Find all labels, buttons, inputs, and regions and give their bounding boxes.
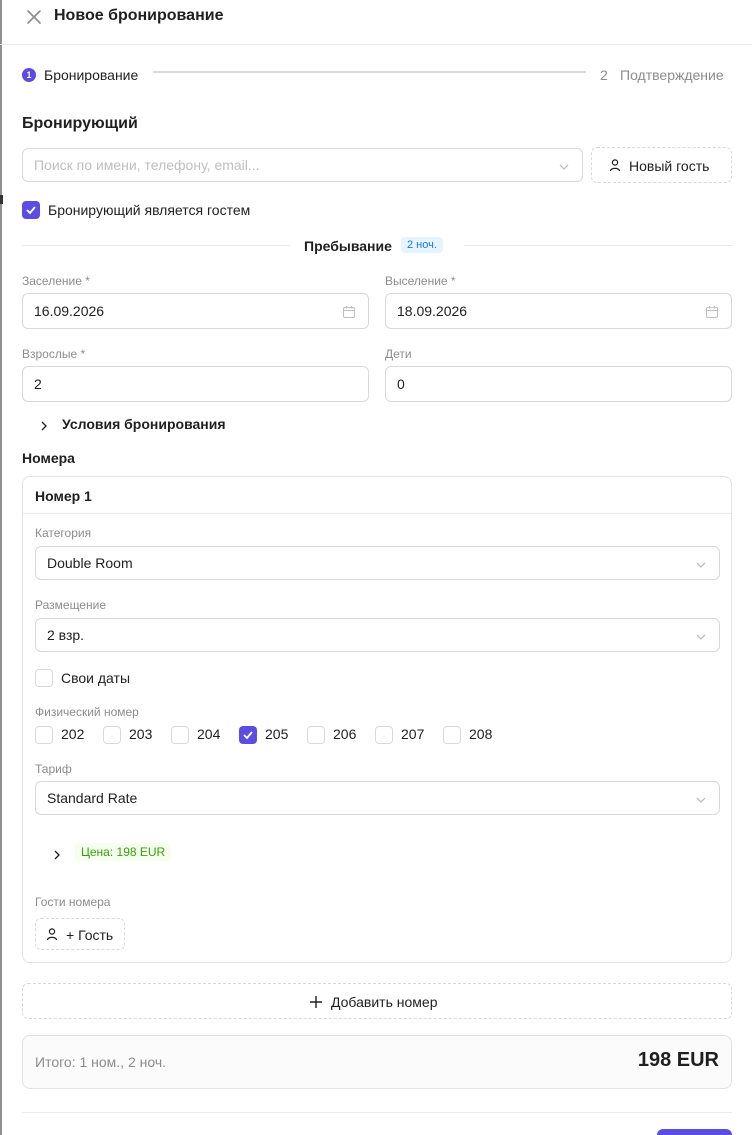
step1-label: Бронирование: [44, 67, 139, 83]
physical-room-number: 204: [197, 726, 221, 742]
user-icon: [608, 158, 622, 175]
check-icon: [26, 206, 36, 215]
step1-number: 1: [22, 68, 36, 82]
physical-room-checkbox[interactable]: [103, 726, 121, 744]
chevron-down-icon: [558, 160, 570, 172]
physical-room-option[interactable]: 207: [375, 725, 437, 745]
physical-room-number: 202: [61, 726, 85, 742]
check-icon: [243, 731, 253, 740]
physical-room-option[interactable]: 203: [103, 725, 165, 745]
checkout-value: 18.09.2026: [397, 303, 468, 319]
chevron-right-icon: [38, 419, 50, 431]
physical-room-number: 205: [265, 726, 289, 742]
category-value: Double Room: [47, 555, 133, 571]
tariff-select[interactable]: Standard Rate: [35, 781, 720, 815]
steps-progress: 1 Бронирование 2 Подтверждение: [22, 66, 732, 86]
stay-divider-right: [464, 245, 732, 246]
add-room-guest-label: + Гость: [66, 927, 114, 943]
physical-room-option[interactable]: 204: [171, 725, 233, 745]
rooms-title: Номера: [22, 450, 75, 466]
adults-input[interactable]: 2: [22, 366, 369, 402]
footer-divider: [22, 1112, 732, 1113]
drawer-title: Новое бронирование: [54, 7, 224, 24]
nights-badge: 2 ноч.: [401, 237, 443, 253]
calendar-icon: [705, 305, 719, 319]
window-edge: [0, 0, 2, 1135]
stay-divider-left: [22, 245, 290, 246]
physical-room-checkbox[interactable]: [307, 726, 325, 744]
children-label: Дети: [385, 347, 412, 361]
step2-number: 2: [600, 67, 608, 83]
room-card-title: Номер 1: [35, 488, 92, 504]
price-details-toggle[interactable]: Цена: 198 EUR: [49, 841, 189, 865]
children-input[interactable]: 0: [385, 366, 732, 402]
chevron-down-icon: [695, 793, 707, 805]
step2-label: Подтверждение: [620, 67, 724, 83]
totals-panel: Итого: 1 ном., 2 ноч. 198 EUR: [22, 1035, 732, 1089]
booker-title: Бронирующий: [22, 115, 138, 132]
user-icon: [45, 927, 59, 944]
checkin-date-input[interactable]: 16.09.2026: [22, 293, 369, 329]
price-badge: Цена: 198 EUR: [75, 843, 172, 861]
physical-room-option[interactable]: 202: [35, 725, 97, 745]
room-card-header: Номер 1: [23, 477, 731, 514]
chevron-down-icon: [695, 630, 707, 642]
physical-room-number: 206: [333, 726, 357, 742]
add-room-button[interactable]: Добавить номер: [22, 983, 732, 1019]
step-connector: [153, 71, 586, 73]
checkout-date-input[interactable]: 18.09.2026: [385, 293, 732, 329]
guest-search-placeholder: Поиск по имени, телефону, email...: [34, 157, 260, 173]
plus-icon: [309, 995, 323, 1012]
booker-is-guest-label: Бронирующий является гостем: [48, 202, 251, 218]
adults-label: Взрослые *: [22, 347, 86, 361]
category-select[interactable]: Double Room: [35, 546, 720, 580]
checkin-value: 16.09.2026: [34, 303, 105, 319]
room-guests-label: Гости номера: [35, 895, 111, 909]
children-value: 0: [397, 376, 405, 392]
physical-room-checkbox[interactable]: [35, 726, 53, 744]
own-dates-label: Свои даты: [61, 670, 131, 686]
chevron-down-icon: [695, 558, 707, 570]
booking-conditions-label: Условия бронирования: [62, 416, 226, 432]
physical-room-checkbox[interactable]: [443, 726, 461, 744]
guest-search-select[interactable]: Поиск по имени, телефону, email...: [22, 148, 583, 182]
new-guest-label: Новый гость: [629, 158, 710, 174]
checkin-label: Заселение *: [22, 274, 90, 288]
physical-room-option[interactable]: 206: [307, 725, 369, 745]
own-dates-checkbox[interactable]: [35, 669, 53, 687]
placement-value: 2 взр.: [47, 627, 85, 643]
physical-room-checkbox[interactable]: [375, 726, 393, 744]
booking-conditions-toggle[interactable]: Условия бронирования: [36, 414, 236, 436]
new-guest-button[interactable]: Новый гость: [591, 147, 732, 183]
physical-room-label: Физический номер: [35, 705, 139, 719]
add-room-guest-button[interactable]: + Гость: [35, 918, 125, 950]
placement-select[interactable]: 2 взр.: [35, 618, 720, 652]
physical-room-number: 207: [401, 726, 425, 742]
close-icon[interactable]: [25, 8, 43, 26]
category-label: Категория: [35, 526, 92, 540]
checkout-label: Выселение *: [385, 274, 456, 288]
add-room-label: Добавить номер: [331, 994, 438, 1010]
physical-room-option[interactable]: 205: [239, 725, 301, 745]
physical-room-number: 203: [129, 726, 153, 742]
physical-room-checkbox[interactable]: [239, 726, 257, 744]
physical-room-number: 208: [469, 726, 493, 742]
booker-is-guest-checkbox[interactable]: [22, 201, 40, 219]
calendar-icon: [342, 305, 356, 319]
tariff-label: Тариф: [35, 762, 72, 776]
tariff-value: Standard Rate: [47, 790, 138, 806]
stay-title: Пребывание: [304, 238, 392, 254]
adults-value: 2: [34, 376, 42, 392]
physical-room-checkbox[interactable]: [171, 726, 189, 744]
chevron-right-icon: [51, 848, 63, 860]
drawer-header: Новое бронирование: [0, 0, 752, 45]
totals-amount: 198 EUR: [637, 1049, 719, 1071]
physical-room-option[interactable]: 208: [443, 725, 505, 745]
totals-summary: Итого: 1 ном., 2 ноч.: [35, 1054, 167, 1070]
submit-button[interactable]: [657, 1129, 732, 1135]
room-card: Номер 1 Категория Double Room Размещение…: [22, 476, 732, 963]
physical-room-group: 202 203 204 205 206 207 208: [35, 725, 635, 745]
placement-label: Размещение: [35, 598, 106, 612]
window-edge-mark: [0, 195, 3, 204]
